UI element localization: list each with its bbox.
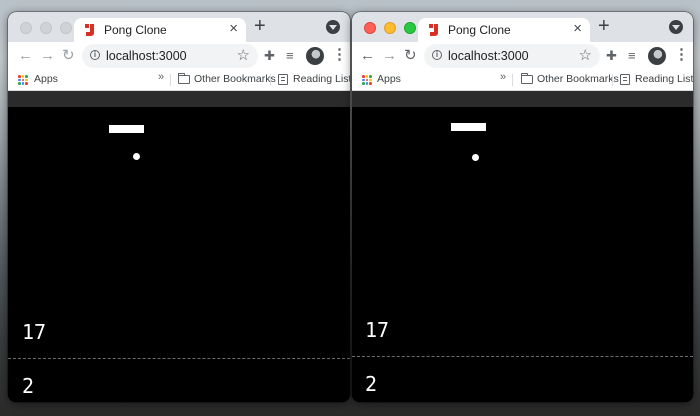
- score-top: 17: [365, 318, 390, 342]
- close-icon[interactable]: ×: [229, 21, 238, 37]
- bookmarks-bar: Apps » Other Bookmarks Reading List: [8, 70, 350, 91]
- bookmark-apps[interactable]: Apps: [377, 73, 401, 85]
- address-bar[interactable]: i localhost:3000 ☆: [82, 44, 258, 68]
- zoom-window-button[interactable]: [60, 22, 72, 34]
- ball: [133, 153, 140, 160]
- close-icon[interactable]: ×: [573, 21, 582, 37]
- bookmark-other[interactable]: Other Bookmarks: [537, 73, 619, 85]
- score-bottom: 2: [365, 372, 378, 396]
- folder-icon: [177, 73, 190, 84]
- url-text: localhost:3000: [448, 49, 529, 63]
- forward-button[interactable]: →: [40, 46, 55, 66]
- avatar[interactable]: [648, 47, 666, 65]
- extensions-puzzle-icon[interactable]: ✚: [264, 47, 275, 65]
- tab-search-icon[interactable]: [326, 20, 340, 34]
- address-bar[interactable]: i localhost:3000 ☆: [424, 44, 600, 68]
- star-icon[interactable]: ☆: [237, 47, 250, 65]
- divider: [512, 74, 513, 86]
- back-button[interactable]: ←: [360, 46, 375, 66]
- reading-list-icon: [278, 74, 288, 85]
- bookmark-reading-list[interactable]: Reading List: [635, 73, 693, 85]
- window-controls: [364, 22, 416, 34]
- reload-button[interactable]: ↻: [62, 46, 75, 66]
- toolbar: ← → ↻ i localhost:3000 ☆ ✚ ≡ ⋮: [352, 42, 693, 70]
- bookmark-apps[interactable]: Apps: [34, 73, 58, 85]
- new-tab-button[interactable]: +: [254, 15, 266, 37]
- tab-search-icon[interactable]: [669, 20, 683, 34]
- top-paddle: [109, 125, 144, 133]
- info-icon[interactable]: i: [90, 50, 100, 60]
- media-queue-icon[interactable]: ≡: [286, 47, 294, 65]
- star-icon[interactable]: ☆: [579, 47, 592, 65]
- avatar[interactable]: [306, 47, 324, 65]
- center-line: [8, 358, 350, 359]
- close-window-button[interactable]: [20, 22, 32, 34]
- apps-grid-icon[interactable]: [362, 75, 372, 85]
- browser-window-right: Pong Clone × + ← → ↻ i localhost:3000 ☆ …: [352, 12, 693, 402]
- info-icon[interactable]: i: [432, 50, 442, 60]
- window-controls: [20, 22, 72, 34]
- bookmark-other[interactable]: Other Bookmarks: [194, 73, 276, 85]
- title-bar: Pong Clone × +: [352, 12, 693, 42]
- favicon-icon: [85, 24, 94, 36]
- apps-grid-icon[interactable]: [18, 75, 28, 85]
- url-text: localhost:3000: [106, 49, 187, 63]
- divider: [612, 74, 613, 86]
- kebab-icon[interactable]: ⋮: [674, 46, 689, 64]
- center-line: [352, 356, 693, 357]
- pong-canvas[interactable]: 17 2: [352, 107, 693, 402]
- bookmarks-overflow-button[interactable]: »: [158, 71, 164, 83]
- title-bar: Pong Clone × +: [8, 12, 350, 42]
- top-paddle: [451, 123, 486, 131]
- divider: [270, 74, 271, 86]
- toolbar: ← → ↻ i localhost:3000 ☆ ✚ ≡ ⋮: [8, 42, 350, 70]
- reload-button[interactable]: ↻: [404, 46, 417, 66]
- close-window-button[interactable]: [364, 22, 376, 34]
- zoom-window-button[interactable]: [404, 22, 416, 34]
- tab-title: Pong Clone: [448, 23, 511, 37]
- page-top-strip: [352, 91, 693, 107]
- kebab-icon[interactable]: ⋮: [332, 46, 347, 64]
- favicon-icon: [429, 24, 438, 36]
- tab-pong-clone[interactable]: Pong Clone ×: [418, 18, 590, 42]
- extensions-puzzle-icon[interactable]: ✚: [606, 47, 617, 65]
- minimize-window-button[interactable]: [384, 22, 396, 34]
- bookmark-reading-list[interactable]: Reading List: [293, 73, 350, 85]
- browser-window-left: Pong Clone × + ← → ↻ i localhost:3000 ☆ …: [8, 12, 350, 402]
- back-button[interactable]: ←: [18, 46, 33, 66]
- ball: [472, 154, 479, 161]
- reading-list-icon: [620, 74, 630, 85]
- folder-icon: [520, 73, 533, 84]
- tab-title: Pong Clone: [104, 23, 167, 37]
- tab-pong-clone[interactable]: Pong Clone ×: [74, 18, 246, 42]
- minimize-window-button[interactable]: [40, 22, 52, 34]
- page-top-strip: [8, 91, 350, 107]
- new-tab-button[interactable]: +: [598, 15, 610, 37]
- pong-canvas[interactable]: 17 2: [8, 107, 350, 402]
- bookmarks-bar: Apps » Other Bookmarks Reading List: [352, 70, 693, 91]
- score-bottom: 2: [22, 374, 35, 398]
- score-top: 17: [22, 320, 47, 344]
- bookmarks-overflow-button[interactable]: »: [500, 71, 506, 83]
- media-queue-icon[interactable]: ≡: [628, 47, 636, 65]
- divider: [170, 74, 171, 86]
- forward-button[interactable]: →: [382, 46, 397, 66]
